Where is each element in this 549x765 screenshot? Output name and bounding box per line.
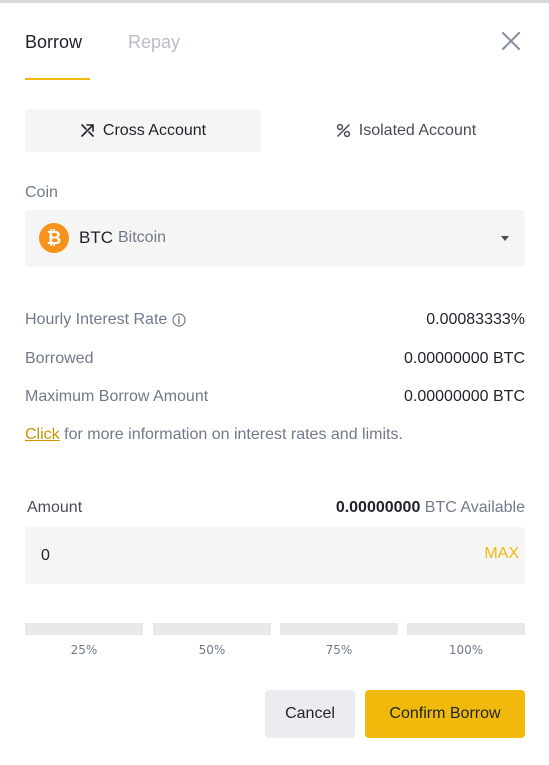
cross-account-label: Cross Account (102, 121, 207, 139)
percent-75-bar[interactable] (280, 623, 398, 635)
cancel-button[interactable]: Cancel (265, 690, 355, 738)
percent-50-label: 50% (198, 643, 226, 657)
percent-75-label: 75% (325, 643, 353, 657)
borrowed-value: 0.00000000 BTC (404, 350, 525, 367)
max-borrow-row: Maximum Borrow Amount 0.00000000 BTC (25, 388, 525, 410)
percent-100-label: 100% (448, 643, 484, 657)
max-button[interactable]: MAX (484, 545, 519, 563)
percent-100-bar[interactable] (407, 623, 525, 635)
available-unit: BTC Available (420, 499, 525, 516)
active-tab-underline (25, 78, 90, 80)
cross-arrows-icon (80, 123, 95, 138)
hourly-interest-rate-value: 0.00083333% (426, 311, 525, 328)
max-borrow-label: Maximum Borrow Amount (25, 388, 209, 405)
amount-field: MAX (25, 527, 525, 584)
borrowed-label: Borrowed (25, 350, 94, 367)
tab-borrow[interactable]: Borrow (25, 32, 82, 53)
more-info-text: Click for more information on interest r… (25, 426, 403, 444)
bitcoin-icon: ₿ (39, 223, 69, 253)
amount-label: Amount (27, 499, 83, 516)
coin-select[interactable]: ₿ BTC Bitcoin (25, 210, 525, 267)
isolated-account-label: Isolated Account (358, 121, 477, 139)
percent-icon (336, 123, 351, 138)
hourly-interest-rate-label: Hourly Interest Rate (25, 311, 168, 328)
amount-input[interactable] (41, 545, 421, 567)
percent-25-label: 25% (70, 643, 98, 657)
coin-symbol: BTC (79, 228, 113, 247)
max-borrow-value: 0.00000000 BTC (404, 388, 525, 405)
more-info-description: for more information on interest rates a… (59, 426, 403, 443)
available-balance: 0.00000000 BTC Available (336, 499, 525, 517)
top-edge-strip (0, 0, 549, 3)
info-icon[interactable] (172, 313, 186, 327)
coin-label: Coin (25, 184, 58, 201)
tab-repay[interactable]: Repay (128, 32, 180, 53)
cross-account-button[interactable]: Cross Account (25, 109, 261, 152)
more-info-link[interactable]: Click (25, 426, 60, 443)
coin-name: Bitcoin (118, 229, 167, 246)
available-value: 0.00000000 (335, 499, 421, 516)
percent-50-bar[interactable] (153, 623, 271, 635)
hourly-interest-rate-row: Hourly Interest Rate 0.00083333% (25, 311, 525, 333)
chevron-down-icon (501, 236, 509, 241)
confirm-borrow-button[interactable]: Confirm Borrow (365, 690, 525, 738)
percent-25-bar[interactable] (25, 623, 143, 635)
close-icon[interactable] (498, 28, 524, 54)
borrowed-row: Borrowed 0.00000000 BTC (25, 350, 525, 372)
isolated-account-button[interactable]: Isolated Account (287, 109, 525, 152)
